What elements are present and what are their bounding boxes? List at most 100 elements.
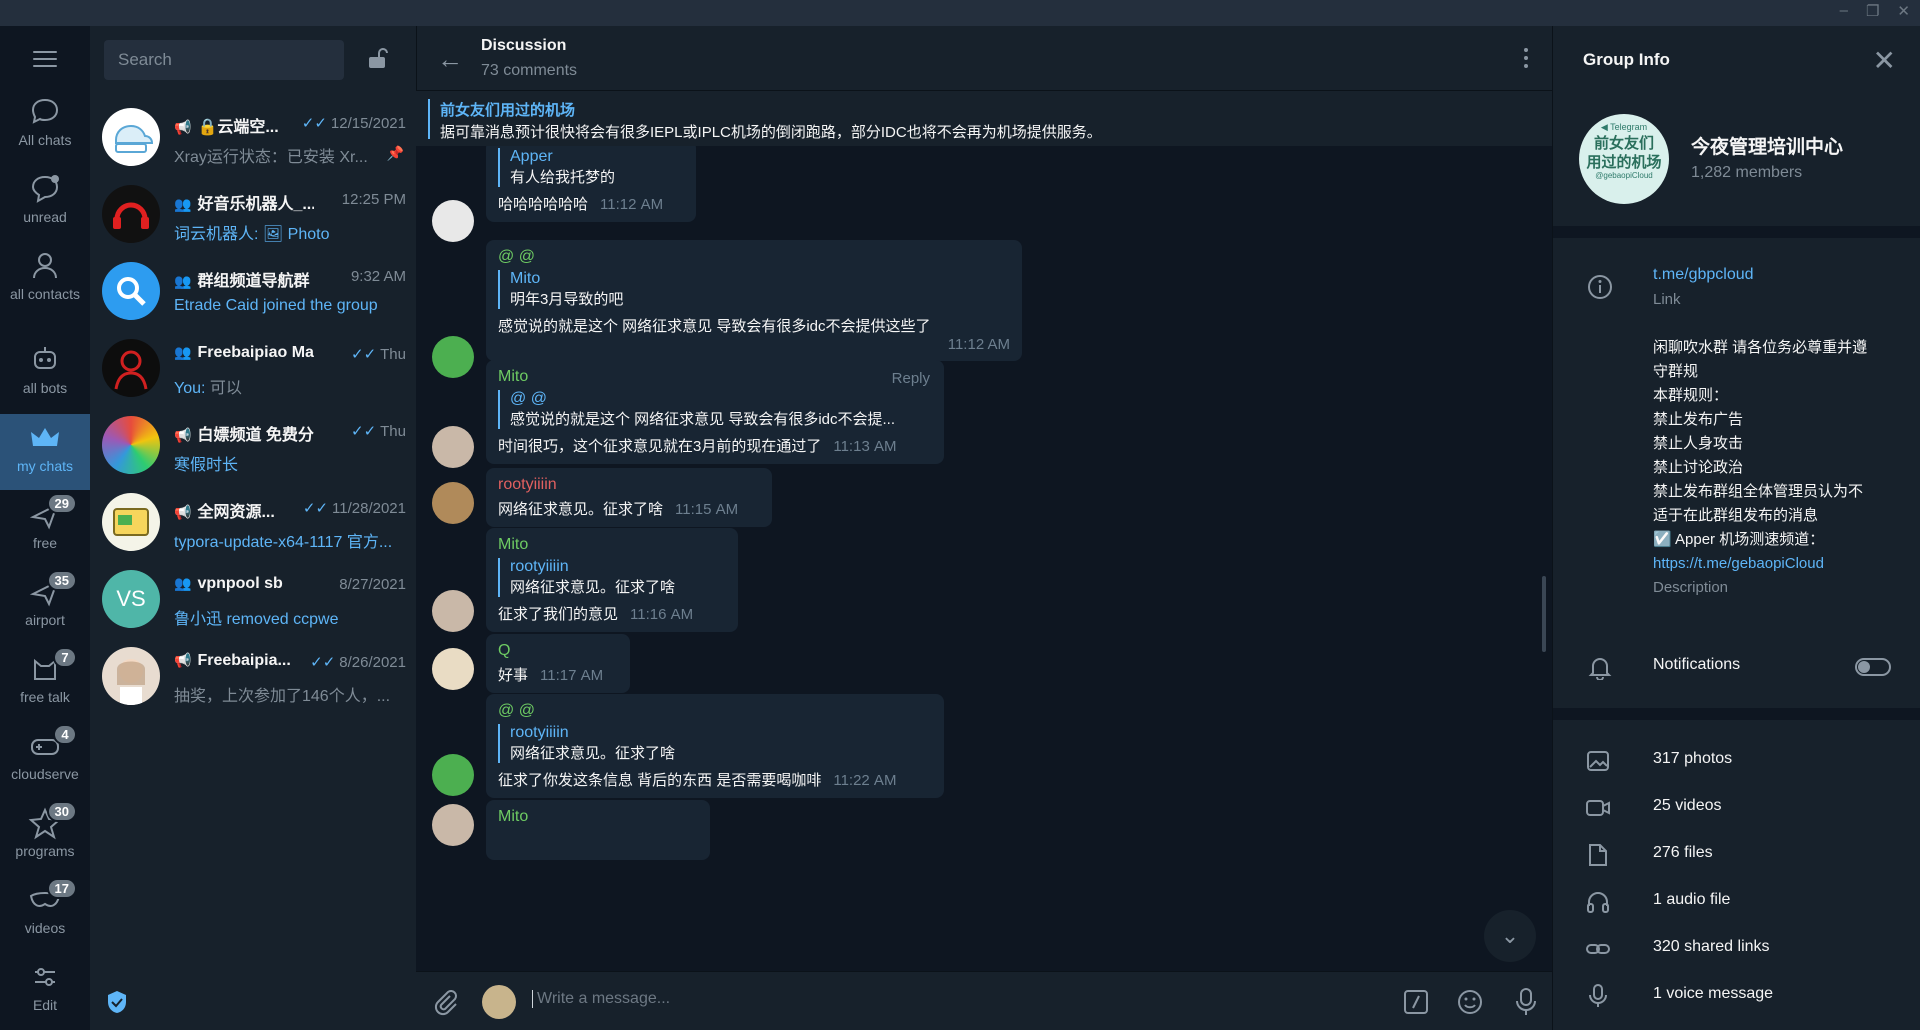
restore-button[interactable]: ❐ — [1866, 2, 1879, 20]
pinned-message[interactable]: 前女友们用过的机场 据可靠消息预计很快将会有很多IEPL或IPLC机场的倒闭跑路… — [416, 90, 1552, 146]
read-check-icon: ✓✓ — [351, 346, 377, 363]
chat-item[interactable]: 📢 Freebaipia... ✓✓ 8/26/2021 抽奖，上次参加了146个人… — [90, 637, 416, 714]
channel-icon: 📢 — [174, 652, 192, 668]
folder-label: free — [32, 535, 58, 551]
pin-icon: 📌 — [386, 145, 404, 161]
close-window-button[interactable]: ✕ — [1897, 2, 1910, 20]
message-bubble[interactable]: Mito Reply @ @ 感觉说的就是这个 网络征求意见 导致会有很多idc不… — [486, 360, 944, 464]
sender-name: Mito — [498, 536, 529, 553]
chat-item[interactable]: 👥 好音乐机器人_... 12:25 PM 词云机器人: 🖼 Photo — [90, 175, 416, 252]
folder-videos[interactable]: 17 videos — [0, 876, 90, 952]
folder-free[interactable]: 29 free — [0, 491, 90, 567]
avatar[interactable] — [432, 590, 474, 632]
read-check-icon: ✓✓ — [302, 500, 329, 517]
folder-all-bots[interactable]: all bots — [0, 336, 90, 412]
chat-item[interactable]: 👥 Freebaipiao Man... ✓✓Thu You: 可以 — [90, 329, 416, 406]
plane-icon: 29 — [27, 493, 77, 533]
folder-label: unread — [23, 209, 67, 225]
message-input[interactable]: Write a message... — [532, 990, 670, 1008]
avatar — [102, 339, 160, 397]
shield-icon[interactable] — [106, 990, 128, 1019]
folder-all-chats[interactable]: All chats — [0, 88, 90, 164]
avatar[interactable] — [432, 200, 474, 242]
folder-edit[interactable]: Edit — [0, 953, 90, 1029]
quote-name: rootyiiiin — [510, 558, 569, 575]
avatar[interactable] — [432, 648, 474, 690]
group-avatar[interactable]: ◀ Telegram 前女友们 用过的机场 @gebaopiCloud — [1579, 114, 1669, 204]
folder-programs[interactable]: 30 programs — [0, 799, 90, 875]
avatar[interactable] — [432, 336, 474, 378]
close-icon[interactable]: ✕ — [1873, 44, 1896, 77]
description-line: 禁止人身攻击 — [1653, 435, 1744, 452]
minimize-button[interactable]: – — [1840, 2, 1848, 20]
avatar-text: 前女友们 — [1593, 135, 1654, 152]
scrollbar[interactable] — [1542, 576, 1546, 652]
message-bubble[interactable]: Mito rootyiiiin 网络征求意见。征求了啥 征求了我们的意见 11:16… — [486, 528, 738, 632]
lock-icon[interactable] — [366, 46, 390, 75]
folder-label: free talk — [20, 689, 70, 705]
chat-preview: 🖼 Photo — [262, 226, 330, 243]
message-time: 11:17 AM — [540, 667, 604, 684]
folder-free-talk[interactable]: 7 free talk — [0, 645, 90, 721]
media-row-photos[interactable]: 317 photos — [1553, 742, 1920, 782]
message-bubble[interactable]: @ @ Mito 明年3月导致的吧 感觉说的就是这个 网络征求意见 导致会有很多i… — [486, 240, 1022, 361]
group-icon: 👥 — [174, 273, 192, 289]
folder-airport[interactable]: 35 airport — [0, 568, 90, 644]
folder-label: cloudserve — [11, 766, 79, 782]
emoji-icon[interactable] — [1456, 988, 1484, 1021]
notifications-toggle[interactable] — [1855, 658, 1891, 676]
send-as-avatar[interactable] — [482, 985, 516, 1019]
back-arrow-icon[interactable]: ← — [437, 44, 463, 75]
message-bubble[interactable]: Q 好事 11:17 AM — [486, 634, 630, 693]
folder-unread[interactable]: unread — [0, 165, 90, 241]
media-row-voice[interactable]: 1 voice message — [1553, 977, 1920, 1017]
video-icon — [1585, 795, 1611, 826]
media-label: 1 voice message — [1653, 985, 1774, 1002]
chat-time: Thu — [380, 346, 406, 363]
search-input[interactable]: Search — [104, 40, 344, 80]
message-bubble[interactable]: rootyiiiin 网络征求意见。征求了啥 11:15 AM — [486, 468, 772, 527]
avatar — [102, 416, 160, 474]
chat-item[interactable]: 👥 群组频道导航群 9:32 AM Etrade Caid joined the … — [90, 252, 416, 329]
message-bubble[interactable]: @ @ rootyiiiin 网络征求意见。征求了啥 征求了你发这条信息 背后的东… — [486, 694, 944, 798]
divider — [1553, 708, 1920, 720]
chat-item[interactable]: 📢 🔒云端空... ✓✓ 12/15/2021 Xray运行状态：已安装 Xr...… — [90, 98, 416, 175]
chat-area: ← Discussion 73 comments 前女友们用过的机场 据可靠消息… — [416, 26, 1552, 1030]
avatar[interactable] — [432, 804, 474, 846]
bot-commands-icon[interactable] — [1402, 988, 1430, 1021]
sender-name: @ @ — [498, 702, 535, 719]
chat-item[interactable]: 📢 白嫖频道 免费分... ✓✓Thu 寒假时长 — [90, 406, 416, 483]
description-link[interactable]: https://t.me/gebaopiCloud — [1653, 552, 1893, 576]
message-bubble[interactable]: Apper 有人给我托梦的 哈哈哈哈哈哈 11:12 AM — [486, 146, 696, 222]
chat-item[interactable]: VS 👥 vpnpool sb 8/27/2021 鲁小迅 removed ccp… — [90, 560, 416, 637]
chat-time: 8/27/2021 — [339, 576, 406, 593]
read-check-icon: ✓✓ — [301, 115, 327, 132]
message-bubble[interactable]: Mito — [486, 800, 710, 860]
message-text: 好事 — [498, 667, 529, 684]
reply-button[interactable]: Reply — [892, 370, 930, 387]
group-icon: 👥 — [174, 196, 192, 212]
chat-item[interactable]: 📢 全网资源... ✓✓ 11/28/2021 typora-update-x64-… — [90, 483, 416, 560]
scroll-down-button[interactable]: ⌄ — [1484, 910, 1536, 962]
hamburger-menu-icon[interactable] — [33, 51, 57, 72]
more-options-icon[interactable] — [1524, 48, 1528, 72]
folder-cloudserve[interactable]: 4 cloudserve — [0, 722, 90, 798]
media-row-videos[interactable]: 25 videos — [1553, 789, 1920, 829]
folder-all-contacts[interactable]: all contacts — [0, 242, 90, 332]
mic-icon — [1585, 983, 1611, 1014]
avatar[interactable] — [432, 482, 474, 524]
media-row-files[interactable]: 276 files — [1553, 836, 1920, 876]
avatar[interactable] — [432, 754, 474, 796]
quote-text: 感觉说的就是这个 网络征求意见 导致会有很多idc不会提... — [510, 411, 896, 428]
pinned-title: 前女友们用过的机场 — [440, 102, 576, 119]
chat-preview: Etrade Caid joined the group — [174, 297, 378, 314]
avatar-text: ◀ Telegram — [1600, 122, 1648, 132]
paperclip-icon[interactable] — [432, 988, 460, 1021]
member-count[interactable]: 1,282 members — [1691, 164, 1802, 182]
microphone-icon[interactable] — [1512, 986, 1540, 1023]
avatar[interactable] — [432, 426, 474, 468]
folder-my-chats[interactable]: my chats — [0, 414, 90, 490]
media-row-links[interactable]: 320 shared links — [1553, 930, 1920, 970]
media-row-audio[interactable]: 1 audio file — [1553, 883, 1920, 923]
group-link[interactable]: t.me/gbpcloud — [1653, 266, 1754, 284]
